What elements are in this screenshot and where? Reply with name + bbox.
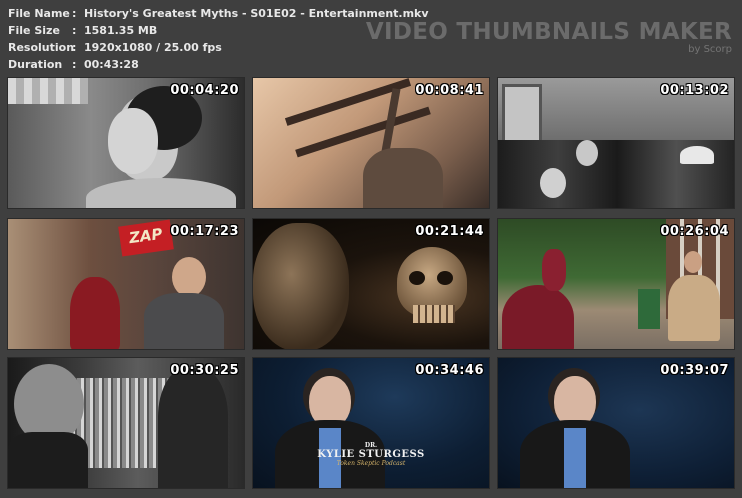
timestamp: 00:04:20	[170, 83, 239, 98]
thumbnail-9[interactable]: 00:39:07	[497, 357, 735, 489]
resolution-value: 1920x1080 / 25.00 fps	[84, 41, 222, 54]
file-size-value: 1581.35 MB	[84, 24, 158, 37]
thumbnail-8[interactable]: DR. KYLIE STURGESS Token Skeptic Podcast…	[252, 357, 490, 489]
man-head	[576, 140, 598, 166]
gold-dress-head	[684, 251, 702, 273]
caption-prefix: DR.	[364, 442, 378, 449]
figure	[363, 148, 443, 208]
skull-foreground	[253, 223, 349, 349]
separator: :	[72, 41, 77, 54]
boy-head	[172, 257, 206, 297]
skull-jaw	[413, 305, 455, 323]
duration-row: Duration : 00:43:28	[8, 56, 429, 73]
bald-man-body	[8, 432, 88, 488]
red-dress-top	[542, 249, 566, 291]
gold-dress	[668, 275, 720, 341]
file-size-label: File Size	[8, 24, 60, 37]
separator: :	[72, 24, 77, 37]
thumbnail-6[interactable]: 00:26:04	[497, 218, 735, 350]
brand-watermark: VIDEO THUMBNAILS MAKER by Scorp	[366, 20, 732, 56]
timestamp: 00:26:04	[660, 224, 729, 239]
brand-subtitle: by Scorp	[688, 44, 732, 55]
skull-eye	[409, 271, 425, 285]
man-right	[158, 368, 228, 488]
timestamp: 00:17:23	[170, 224, 239, 239]
duration-label: Duration	[8, 58, 63, 71]
lower-third: DR. KYLIE STURGESS Token Skeptic Podcast	[253, 442, 489, 467]
timestamp: 00:30:25	[170, 363, 239, 378]
awning	[8, 78, 88, 104]
thumbnail-2[interactable]: 00:08:41	[252, 77, 490, 209]
duration-value: 00:43:28	[84, 58, 139, 71]
boy-jacket	[144, 293, 224, 349]
red-figure	[70, 277, 120, 349]
resolution-label: Resolution	[8, 41, 75, 54]
skull-eye	[437, 271, 453, 285]
brand-title: VIDEO THUMBNAILS MAKER	[365, 19, 732, 45]
file-name-label: File Name	[8, 7, 70, 20]
timestamp: 00:13:02	[660, 83, 729, 98]
separator: :	[72, 58, 77, 71]
speaker-shirt	[564, 428, 586, 488]
thumbnail-4[interactable]: ZAP 00:17:23	[7, 218, 245, 350]
timestamp: 00:39:07	[660, 363, 729, 378]
hat	[680, 146, 714, 164]
thumbnail-5[interactable]: 00:21:44	[252, 218, 490, 350]
timestamp: 00:34:46	[415, 363, 484, 378]
timestamp: 00:08:41	[415, 83, 484, 98]
red-dress	[502, 285, 574, 349]
caption-name: KYLIE STURGESS	[317, 449, 425, 460]
separator: :	[72, 7, 77, 20]
bin	[638, 289, 660, 329]
thumbnail-3[interactable]: 00:13:02	[497, 77, 735, 209]
thumbnail-7[interactable]: 00:30:25	[7, 357, 245, 489]
thumbnail-1[interactable]: 00:04:20	[7, 77, 245, 209]
man-head	[540, 168, 566, 198]
timestamp: 00:21:44	[415, 224, 484, 239]
caption-subtitle: Token Skeptic Podcast	[336, 460, 406, 467]
woman-face	[108, 108, 158, 174]
